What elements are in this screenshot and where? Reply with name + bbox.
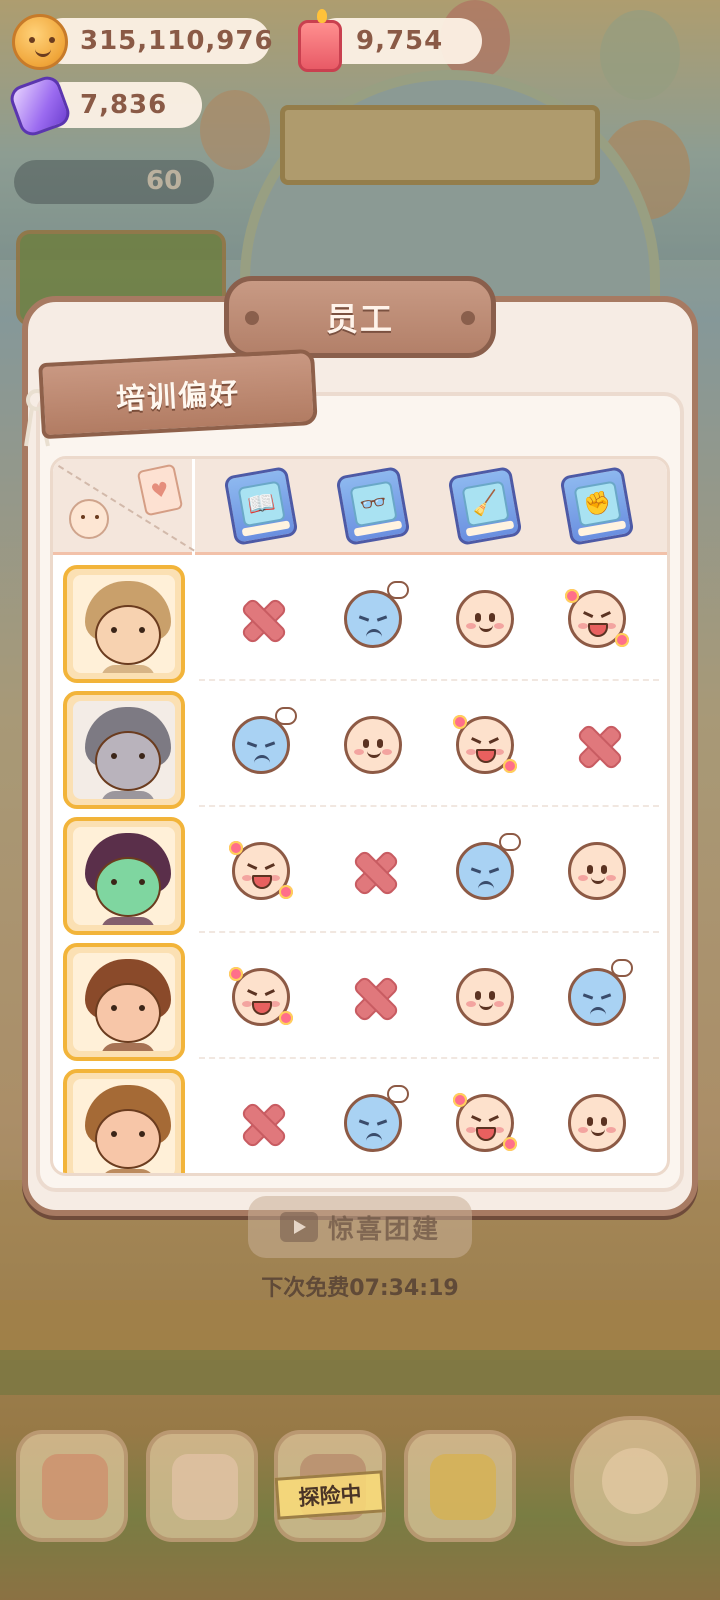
exploring-label: 探险中 [297,1481,363,1511]
staff-avatar-card[interactable] [63,1069,185,1173]
preference-cell [229,841,293,901]
table-row [53,1059,667,1173]
happy-face-icon [229,841,293,900]
happy-face-icon [565,589,629,648]
cookie-coin-icon [12,14,68,70]
staff-avatar-card[interactable] [63,817,185,935]
staff-avatar-card[interactable] [63,565,185,683]
preference-cell [343,967,403,1027]
cross-icon [576,724,618,766]
column-fist[interactable]: ✊ [559,465,635,547]
mushroom-house-icon [42,1454,108,1520]
table-row [53,933,667,1061]
cross-icon [240,1102,282,1144]
table-row [53,555,667,683]
angry-face-icon [344,581,409,648]
dock-card-button[interactable] [146,1430,258,1542]
fist-book-icon: ✊ [573,480,622,528]
cross-icon [352,850,394,892]
preference-cell [453,715,517,775]
training-preference-label: 培训偏好 [115,375,241,417]
witch-avatar [73,827,175,925]
pet-character-icon [602,1448,668,1514]
coin-counter[interactable]: 315,110,976 [40,18,273,64]
neutral-face-icon [456,968,514,1026]
raccoon-chef-avatar [73,701,175,799]
surprise-team-building-button[interactable]: 惊喜团建 [248,1196,472,1258]
gem-value: 7,836 [80,90,168,120]
staff-avatar-card[interactable] [63,691,185,809]
neutral-face-icon [568,1094,626,1152]
table-header: ♥ 📖 👓 🧹 ✊ [53,459,667,555]
shopping-bag-icon [430,1454,496,1520]
table-row [53,807,667,935]
preference-cell [455,833,521,901]
preference-cell [567,841,627,901]
staff-avatar-card[interactable] [63,943,185,1061]
curly-brown-hair-avatar [73,1079,175,1173]
preference-cell [567,715,627,775]
book-open-icon: 📖 [237,480,286,528]
dock-house-button[interactable] [16,1430,128,1542]
preference-table: ♥ 📖 👓 🧹 ✊ [50,456,670,1176]
preference-cell [343,841,403,901]
column-glasses[interactable]: 👓 [335,465,411,547]
dock-shop-button[interactable] [404,1430,516,1542]
video-play-icon [279,1212,318,1242]
glasses-book-icon: 👓 [349,480,398,528]
heart-card-icon-dock [172,1454,238,1520]
broom-book-icon: 🧹 [461,480,510,528]
preference-cell [455,589,515,649]
neutral-face-icon [568,842,626,900]
preference-cell [343,581,409,649]
preference-cell [565,589,629,649]
happy-face-icon [453,1093,517,1152]
coin-value: 315,110,976 [80,26,274,56]
surprise-team-building-label: 惊喜团建 [327,1214,440,1245]
angry-face-icon [344,1085,409,1152]
next-free-timer: 下次免费07:34:19 [261,1276,459,1301]
preference-cell [231,707,297,775]
angry-face-icon [232,707,297,774]
preference-cell [231,1093,291,1153]
cross-icon [240,598,282,640]
neutral-face-icon [344,716,402,774]
mushroom-hat-girl-avatar [73,575,175,673]
angry-face-icon [456,833,521,900]
preference-cell [231,589,291,649]
preference-cell [343,715,403,775]
heart-card-icon: ♥ [136,463,184,517]
exploring-tag: 探险中 [274,1470,386,1520]
dialog-title-tab: 员工 [224,276,496,358]
cross-icon [352,976,394,1018]
candle-value: 9,754 [356,26,444,56]
curly-hair-glasses-avatar [73,953,175,1051]
angry-face-icon [568,959,633,1026]
dock-pet-button[interactable] [570,1416,700,1546]
preference-cell [229,967,293,1027]
preference-cell [567,1093,627,1153]
preference-cell [343,1085,409,1153]
staff-face-icon [69,499,109,539]
dialog-title: 员工 [325,300,394,338]
table-corner: ♥ [53,459,195,555]
column-broom[interactable]: 🧹 [447,465,523,547]
training-preference-tab[interactable]: 培训偏好 [38,348,318,440]
preference-cell [453,1093,517,1153]
table-row [53,681,667,809]
neutral-face-icon [456,590,514,648]
candle-icon [298,9,342,72]
preference-cell [567,959,633,1027]
preference-cell [455,967,515,1027]
column-book-open[interactable]: 📖 [223,465,299,547]
happy-face-icon [453,715,517,774]
happy-face-icon [229,967,293,1026]
